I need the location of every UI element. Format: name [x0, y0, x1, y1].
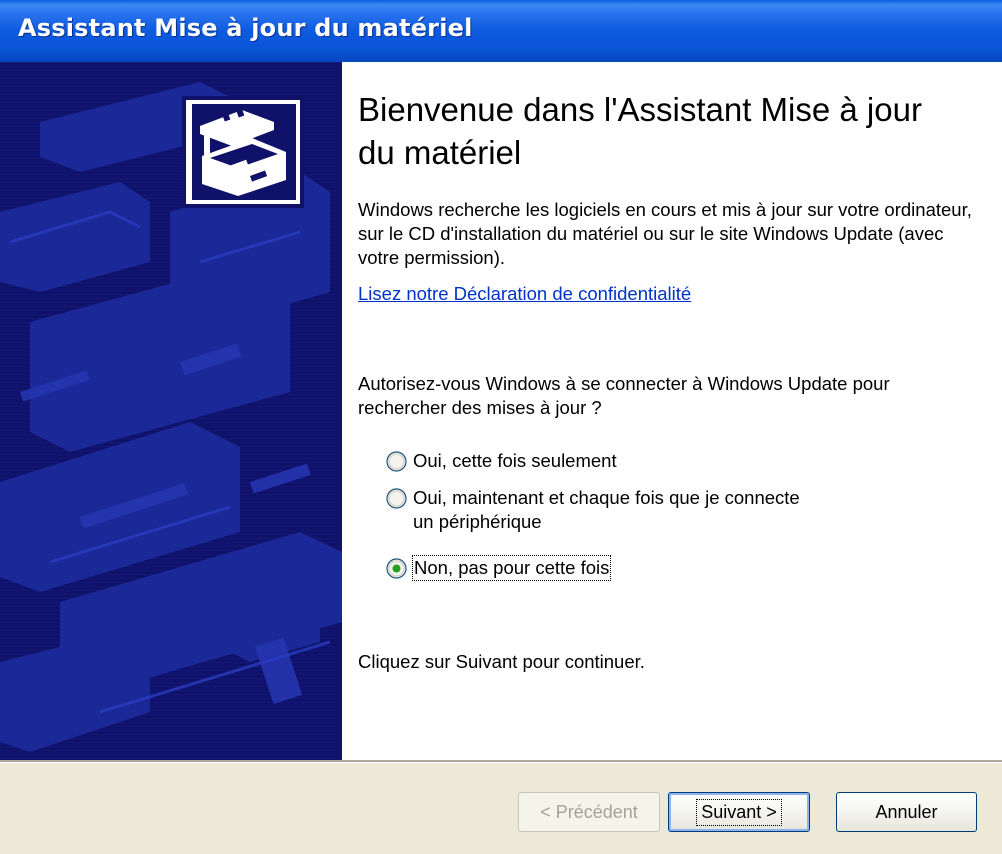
radio-label: Non, pas pour cette fois	[411, 555, 612, 581]
page-title: Bienvenue dans l'Assistant Mise à jour d…	[358, 91, 922, 171]
continue-instruction: Cliquez sur Suivant pour continuer.	[358, 651, 645, 672]
privacy-statement-link[interactable]: Lisez notre Déclaration de confidentiali…	[358, 282, 691, 306]
title-bar[interactable]: Assistant Mise à jour du matériel	[0, 0, 1002, 62]
radio-label: Oui, cette fois seulement	[413, 450, 617, 471]
radio-button-icon[interactable]	[386, 488, 407, 509]
next-button[interactable]: Suivant >	[668, 792, 810, 832]
radio-yes-this-time[interactable]: Oui, cette fois seulement	[386, 449, 617, 473]
hardware-device-icon	[182, 96, 304, 208]
radio-label: Oui, maintenant et chaque fois que je co…	[413, 487, 800, 532]
question-text: Autorisez-vous Windows à se connecter à …	[358, 373, 890, 418]
radio-button-selected-icon[interactable]	[386, 558, 407, 579]
radio-no-not-this-time[interactable]: Non, pas pour cette fois	[386, 555, 612, 581]
description-text: Windows recherche les logiciels en cours…	[358, 199, 972, 268]
wizard-content: Bienvenue dans l'Assistant Mise à jour d…	[342, 62, 1002, 760]
cancel-button[interactable]: Annuler	[836, 792, 977, 832]
radio-button-icon[interactable]	[386, 451, 407, 472]
window-title: Assistant Mise à jour du matériel	[18, 14, 473, 42]
radio-yes-always[interactable]: Oui, maintenant et chaque fois que je co…	[386, 486, 800, 534]
wizard-window: Assistant Mise à jour du matériel Bienve…	[0, 0, 1002, 854]
footer-divider	[0, 760, 1002, 763]
previous-button[interactable]: < Précédent	[518, 792, 660, 832]
